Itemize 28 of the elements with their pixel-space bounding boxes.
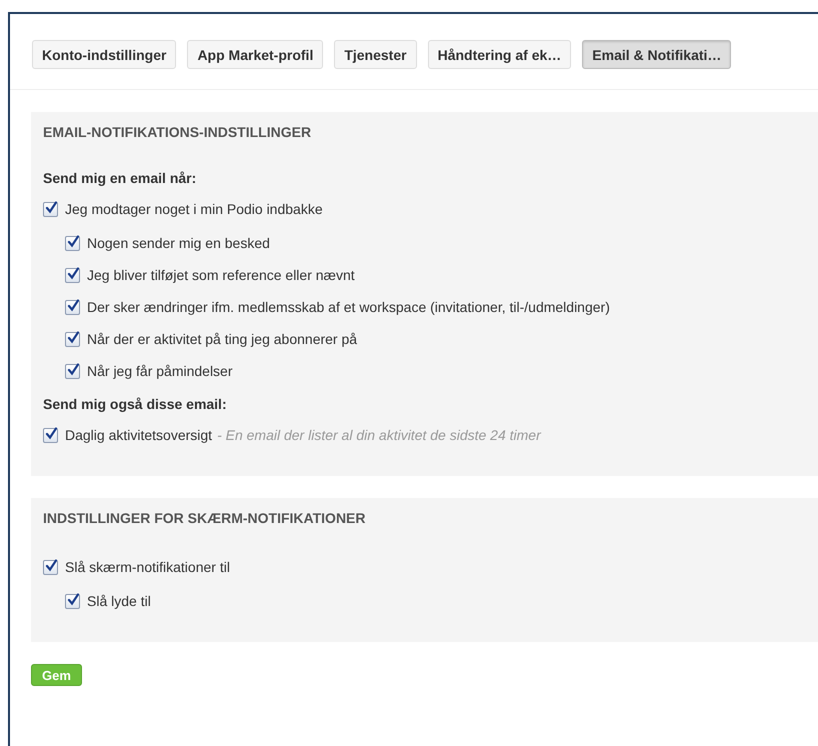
checkbox[interactable] (43, 202, 58, 216)
option-label: Slå skærm-notifikationer til (65, 559, 230, 575)
option-label: Når der er aktivitet på ting jeg abonnerer på (87, 331, 358, 347)
group-heading: Send mig også disse email: (43, 396, 228, 412)
group-heading: Send mig en email når: (43, 170, 198, 186)
option-label: Der sker ændringer ifm. medlemsskab af et workspace (invitationer, til-/udmeldinger) (87, 299, 610, 315)
checkbox[interactable] (65, 236, 80, 250)
checkbox[interactable] (65, 364, 80, 378)
option-label: Når jeg får påmindelser (87, 363, 233, 379)
option-label: Nogen sender mig en besked (87, 235, 270, 251)
section-title: EMAIL-NOTIFIKATIONS-INDSTILLINGER (43, 124, 312, 140)
checkbox[interactable] (65, 332, 80, 346)
option-label: Slå lyde til (87, 593, 151, 609)
checkbox[interactable] (65, 300, 80, 314)
option-label: Jeg bliver tilføjet som reference eller nævnt (87, 267, 355, 283)
checkbox[interactable] (43, 428, 58, 442)
tab[interactable]: Tjenester (334, 40, 417, 69)
option-description: - En email der lister al din aktivitet de sidste 24 timer (217, 427, 541, 443)
option-label: Daglig aktivitetsoversigt (65, 427, 212, 443)
tab[interactable]: App Market-profil (187, 40, 324, 69)
checkbox[interactable] (65, 594, 80, 608)
option-label: Jeg modtager noget i min Podio indbakke (65, 201, 323, 217)
tab[interactable]: Konto-indstillinger (32, 40, 176, 69)
tab[interactable]: Email & Notifikati… (582, 40, 732, 69)
checkbox[interactable] (43, 560, 58, 574)
section-title: INDSTILLINGER FOR SKÆRM-NOTIFIKATIONER (43, 510, 366, 526)
checkbox[interactable] (65, 268, 80, 282)
tab[interactable]: Håndtering af ek… (428, 40, 572, 69)
